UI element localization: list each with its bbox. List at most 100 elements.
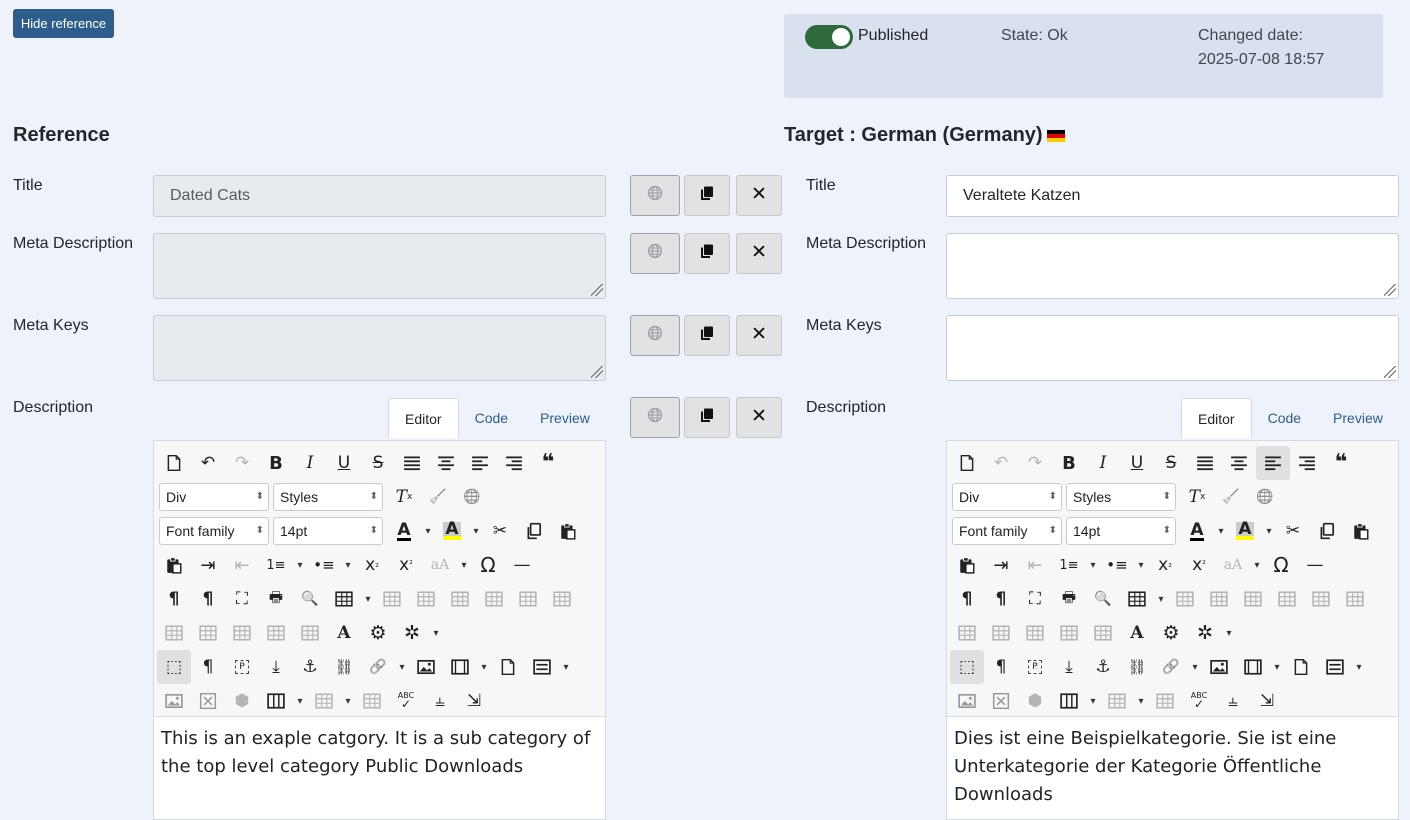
- delete-col-icon[interactable]: [1018, 616, 1052, 650]
- published-toggle[interactable]: [805, 25, 853, 49]
- visual-chars-icon[interactable]: ¶: [984, 650, 1018, 684]
- table-row-props-icon[interactable]: [409, 582, 443, 616]
- clear-button[interactable]: [736, 315, 782, 356]
- link-dropdown[interactable]: ▾: [395, 650, 409, 684]
- tab-editor[interactable]: Editor: [388, 398, 459, 438]
- font-size-adjust-icon[interactable]: aA: [423, 548, 457, 582]
- delete-image-icon[interactable]: [191, 684, 225, 718]
- target-meta-description-input[interactable]: [946, 233, 1399, 299]
- print-icon[interactable]: 🖶: [1052, 582, 1086, 616]
- media-dropdown[interactable]: ▾: [477, 650, 491, 684]
- print-icon[interactable]: 🖶: [259, 582, 293, 616]
- page-break-dropdown[interactable]: ▾: [559, 650, 573, 684]
- text-color-dropdown[interactable]: ▾: [421, 514, 435, 548]
- new-document-icon[interactable]: [950, 446, 984, 480]
- bullet-list-icon[interactable]: •≡: [307, 548, 341, 582]
- hide-reference-button[interactable]: Hide reference: [13, 9, 114, 38]
- translate-button[interactable]: [630, 233, 680, 274]
- outdent-icon[interactable]: ⇤: [225, 548, 259, 582]
- strikethrough-icon[interactable]: S: [361, 446, 395, 480]
- language-globe-icon[interactable]: 🌐: [1248, 480, 1282, 514]
- italic-icon[interactable]: I: [293, 446, 327, 480]
- font-size-adjust-dropdown[interactable]: ▾: [457, 548, 471, 582]
- font-size-adjust-dropdown[interactable]: ▾: [1250, 548, 1264, 582]
- delete-table-icon[interactable]: [375, 582, 409, 616]
- align-center-icon[interactable]: [429, 446, 463, 480]
- page-break-dropdown[interactable]: ▾: [1352, 650, 1366, 684]
- joomla-icon[interactable]: ✲: [395, 616, 429, 650]
- target-editor-content[interactable]: Dies ist eine Beispielkategorie. Sie ist…: [954, 725, 1394, 809]
- table-dropdown[interactable]: ▾: [1154, 582, 1168, 616]
- special-character-icon[interactable]: Ω: [471, 548, 505, 582]
- align-right-icon[interactable]: [497, 446, 531, 480]
- columns-icon[interactable]: [1052, 684, 1086, 718]
- code-sample-icon[interactable]: ⇲: [457, 684, 491, 718]
- insert-col-after-icon[interactable]: [984, 616, 1018, 650]
- table-icon[interactable]: [327, 582, 361, 616]
- delete-row-icon[interactable]: [545, 582, 579, 616]
- add-column-dropdown[interactable]: ▾: [1134, 684, 1148, 718]
- italic-icon[interactable]: I: [1086, 446, 1120, 480]
- ref-editor-content[interactable]: This is an exaple catgory. It is a sub c…: [161, 725, 601, 781]
- link-icon[interactable]: 🔗: [1154, 650, 1188, 684]
- merge-cells-icon[interactable]: [293, 616, 327, 650]
- text-color-icon[interactable]: A: [387, 514, 421, 548]
- delete-col-icon[interactable]: [225, 616, 259, 650]
- blockquote-icon[interactable]: ❝: [531, 446, 565, 480]
- template-icon[interactable]: [491, 650, 525, 684]
- visual-chars-icon[interactable]: ¶: [191, 650, 225, 684]
- delete-row-icon[interactable]: [1338, 582, 1372, 616]
- align-left-icon[interactable]: [463, 446, 497, 480]
- cube-icon[interactable]: ⬢: [1018, 684, 1052, 718]
- copy-icon[interactable]: [517, 514, 551, 548]
- columns-dropdown[interactable]: ▾: [1086, 684, 1100, 718]
- bold-icon[interactable]: B: [1052, 446, 1086, 480]
- resize-grip[interactable]: [1384, 366, 1396, 378]
- cut-icon[interactable]: ✂: [1276, 514, 1310, 548]
- insert-break-icon[interactable]: ⤓: [259, 650, 293, 684]
- ltr-icon[interactable]: ¶: [157, 582, 191, 616]
- outdent-icon[interactable]: ⇤: [1018, 548, 1052, 582]
- resize-grip[interactable]: [591, 284, 603, 296]
- columns-icon[interactable]: [259, 684, 293, 718]
- cut-icon[interactable]: ✂: [483, 514, 517, 548]
- block-format-select[interactable]: Div: [952, 483, 1062, 511]
- tab-code[interactable]: Code: [459, 398, 524, 438]
- underline-icon[interactable]: U: [1120, 446, 1154, 480]
- nonbreaking-icon[interactable]: ⫨: [423, 684, 457, 718]
- bullet-list-dropdown[interactable]: ▾: [1134, 548, 1148, 582]
- justify-icon[interactable]: [395, 446, 429, 480]
- paint-brush-icon[interactable]: 🧹: [1214, 480, 1248, 514]
- redo-icon[interactable]: ↷: [225, 446, 259, 480]
- clear-button[interactable]: [736, 397, 782, 438]
- tab-preview[interactable]: Preview: [1317, 398, 1399, 438]
- image-placeholder-icon[interactable]: [157, 684, 191, 718]
- resize-grip[interactable]: [1384, 284, 1396, 296]
- numbered-list-dropdown[interactable]: ▾: [293, 548, 307, 582]
- ref-description-editor[interactable]: ↶↷BIUS❝DivStylesTx🧹🌐Font family14ptA▾A▾✂…: [153, 440, 606, 820]
- paste-icon[interactable]: [551, 514, 585, 548]
- highlight-color-dropdown[interactable]: ▾: [1262, 514, 1276, 548]
- special-character-icon[interactable]: Ω: [1264, 548, 1298, 582]
- highlight-color-dropdown[interactable]: ▾: [469, 514, 483, 548]
- split-cells-icon[interactable]: [1052, 616, 1086, 650]
- translate-button[interactable]: [630, 397, 680, 438]
- numbered-list-dropdown[interactable]: ▾: [1086, 548, 1100, 582]
- horizontal-line-icon[interactable]: —: [505, 548, 539, 582]
- numbered-list-icon[interactable]: 1≡: [1052, 548, 1086, 582]
- insert-col-after-icon[interactable]: [191, 616, 225, 650]
- numbered-list-icon[interactable]: 1≡: [259, 548, 293, 582]
- bullet-list-dropdown[interactable]: ▾: [341, 548, 355, 582]
- image-icon[interactable]: [409, 650, 443, 684]
- style-format-icon[interactable]: A: [327, 616, 361, 650]
- rtl-icon[interactable]: ¶: [191, 582, 225, 616]
- delete-table-icon[interactable]: [1168, 582, 1202, 616]
- tab-preview[interactable]: Preview: [524, 398, 606, 438]
- copy-icon[interactable]: [1310, 514, 1344, 548]
- text-color-icon[interactable]: A: [1180, 514, 1214, 548]
- superscript-icon[interactable]: x²: [389, 548, 423, 582]
- tab-code[interactable]: Code: [1252, 398, 1317, 438]
- joomla-icon[interactable]: ✲: [1188, 616, 1222, 650]
- link-icon[interactable]: 🔗: [361, 650, 395, 684]
- align-right-icon[interactable]: [1290, 446, 1324, 480]
